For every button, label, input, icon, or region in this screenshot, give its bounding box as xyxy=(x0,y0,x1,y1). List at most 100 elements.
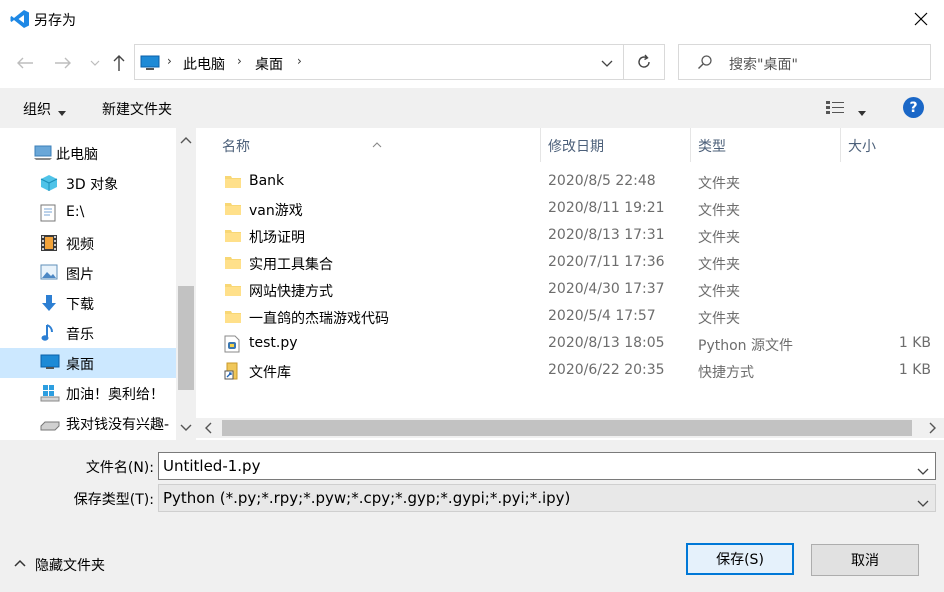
cancel-button[interactable]: 取消 xyxy=(811,544,919,576)
title-bar: 另存为 xyxy=(0,0,944,38)
file-row[interactable]: Bank 2020/8/5 22:48 文件夹 xyxy=(196,169,944,196)
sidebar-item-music[interactable]: 音乐 xyxy=(0,318,176,348)
sidebar-item-e-drive[interactable]: E:\ xyxy=(0,198,176,228)
address-dropdown-button[interactable] xyxy=(601,56,613,72)
column-header-type[interactable]: 类型 xyxy=(690,128,840,162)
new-folder-button[interactable]: 新建文件夹 xyxy=(102,99,172,119)
sidebar-scroll-thumb[interactable] xyxy=(178,286,194,390)
breadcrumb-desktop[interactable]: 桌面 xyxy=(255,54,283,74)
windows-drive-icon xyxy=(40,384,60,402)
scroll-up-icon[interactable] xyxy=(180,132,192,148)
horizontal-scrollbar[interactable] xyxy=(196,418,944,438)
caret-down-icon[interactable] xyxy=(858,104,866,120)
folder-icon xyxy=(224,173,242,191)
search-box[interactable]: 搜索"桌面" xyxy=(678,44,931,80)
file-row[interactable]: test.py 2020/8/13 18:05 Python 源文件 1 KB xyxy=(196,331,944,358)
chevron-down-icon[interactable] xyxy=(917,462,929,480)
file-row[interactable]: van游戏 2020/8/11 19:21 文件夹 xyxy=(196,196,944,223)
picture-icon xyxy=(40,264,58,282)
close-icon xyxy=(914,12,928,26)
recent-locations-button[interactable] xyxy=(84,52,106,74)
vscode-icon xyxy=(10,9,30,29)
chevron-up-icon xyxy=(14,555,26,571)
help-button[interactable]: ? xyxy=(903,97,924,118)
sidebar-item-3d-objects[interactable]: 3D 对象 xyxy=(0,168,176,198)
file-row[interactable]: 实用工具集合 2020/7/11 17:36 文件夹 xyxy=(196,250,944,277)
sidebar-item-desktop[interactable]: 桌面 xyxy=(0,348,176,378)
column-header-size[interactable]: 大小 xyxy=(840,128,944,162)
arrow-right-icon xyxy=(55,57,71,69)
folder-icon xyxy=(224,200,242,218)
save-button[interactable]: 保存(S) xyxy=(686,543,794,575)
computer-icon xyxy=(140,55,160,75)
filetype-select[interactable]: Python (*.py;*.rpy;*.pyw;*.cpy;*.gyp;*.g… xyxy=(158,484,936,512)
refresh-button[interactable] xyxy=(623,44,665,80)
command-bar: 组织 新建文件夹 ? xyxy=(0,88,944,128)
sidebar-item-usb-drive[interactable]: 我对钱没有兴趣- xyxy=(0,408,176,438)
up-button[interactable] xyxy=(108,52,130,74)
caret-down-icon xyxy=(58,104,66,120)
search-placeholder: 搜索"桌面" xyxy=(729,57,798,73)
file-row[interactable]: 网站快捷方式 2020/4/30 17:37 文件夹 xyxy=(196,277,944,304)
usb-drive-icon xyxy=(40,414,60,432)
arrow-left-icon xyxy=(17,57,33,69)
refresh-icon xyxy=(638,54,650,68)
filename-label: 文件名(N): xyxy=(85,460,154,476)
close-button[interactable] xyxy=(898,0,944,38)
python-file-icon xyxy=(224,335,242,353)
column-header-name[interactable]: 名称 xyxy=(196,128,540,162)
view-options-button[interactable] xyxy=(826,100,846,118)
sidebar-item-windows-drive[interactable]: 加油！奥利给！ xyxy=(0,378,176,408)
computer-icon xyxy=(33,144,52,162)
save-form: 文件名(N): Untitled-1.py 保存类型(T): Python (*… xyxy=(0,440,944,592)
organize-button[interactable]: 组织 xyxy=(23,99,51,119)
horizontal-scroll-thumb[interactable] xyxy=(222,420,912,436)
file-list: 名称 修改日期 类型 大小 Bank 2020/8/5 22:48 文件夹 va… xyxy=(196,128,944,440)
scroll-right-icon[interactable] xyxy=(929,422,937,438)
column-header-date[interactable]: 修改日期 xyxy=(540,128,690,162)
navigation-bar: › 此电脑 › 桌面 › 搜索"桌面" xyxy=(0,38,944,88)
cube-3d-icon xyxy=(40,174,58,192)
folder-icon xyxy=(224,254,242,272)
breadcrumb-separator-icon: › xyxy=(167,54,172,68)
sidebar-item-downloads[interactable]: 下载 xyxy=(0,288,176,318)
sidebar-item-videos[interactable]: 视频 xyxy=(0,228,176,258)
arrow-up-icon xyxy=(113,55,125,71)
filename-input[interactable]: Untitled-1.py xyxy=(158,452,936,480)
navigation-pane: 此电脑 3D 对象 E:\ 视频 图片 下载 音乐 桌面 加油！奥利给！ 我对钱… xyxy=(0,128,196,440)
file-row[interactable]: 一直鸽的杰瑞游戏代码 2020/5/4 17:57 文件夹 xyxy=(196,304,944,331)
breadcrumb-separator-icon: › xyxy=(297,54,302,68)
sidebar-scrollbar[interactable] xyxy=(176,128,196,440)
desktop-icon xyxy=(40,354,60,372)
filetype-label: 保存类型(T): xyxy=(73,492,154,508)
breadcrumb-this-pc[interactable]: 此电脑 xyxy=(183,54,225,74)
chevron-down-icon xyxy=(90,60,100,66)
folder-icon xyxy=(224,308,242,326)
folder-icon xyxy=(224,227,242,245)
drive-icon xyxy=(40,204,58,222)
file-row[interactable]: 文件库 2020/6/22 20:35 快捷方式 1 KB xyxy=(196,358,944,385)
window-title: 另存为 xyxy=(34,13,76,29)
music-icon xyxy=(40,324,58,342)
sort-ascending-icon xyxy=(372,136,382,152)
scroll-down-icon[interactable] xyxy=(180,420,192,436)
address-bar[interactable]: › 此电脑 › 桌面 › xyxy=(134,44,624,80)
filename-value: Untitled-1.py xyxy=(163,457,261,475)
scroll-left-icon[interactable] xyxy=(204,422,212,438)
folder-icon xyxy=(224,281,242,299)
back-button[interactable] xyxy=(14,52,36,74)
search-icon xyxy=(697,54,713,74)
chevron-down-icon[interactable] xyxy=(917,494,929,512)
file-row[interactable]: 机场证明 2020/8/13 17:31 文件夹 xyxy=(196,223,944,250)
details-view-icon xyxy=(826,101,844,114)
forward-button[interactable] xyxy=(52,52,74,74)
video-icon xyxy=(40,234,58,252)
breadcrumb-separator-icon: › xyxy=(237,54,242,68)
shortcut-icon xyxy=(224,362,242,380)
download-icon xyxy=(40,294,58,312)
chevron-down-icon xyxy=(601,60,613,67)
filetype-value: Python (*.py;*.rpy;*.pyw;*.cpy;*.gyp;*.g… xyxy=(163,489,571,507)
hide-folders-toggle[interactable]: 隐藏文件夹 xyxy=(14,555,105,574)
sidebar-item-this-pc[interactable]: 此电脑 xyxy=(0,138,176,168)
sidebar-item-pictures[interactable]: 图片 xyxy=(0,258,176,288)
